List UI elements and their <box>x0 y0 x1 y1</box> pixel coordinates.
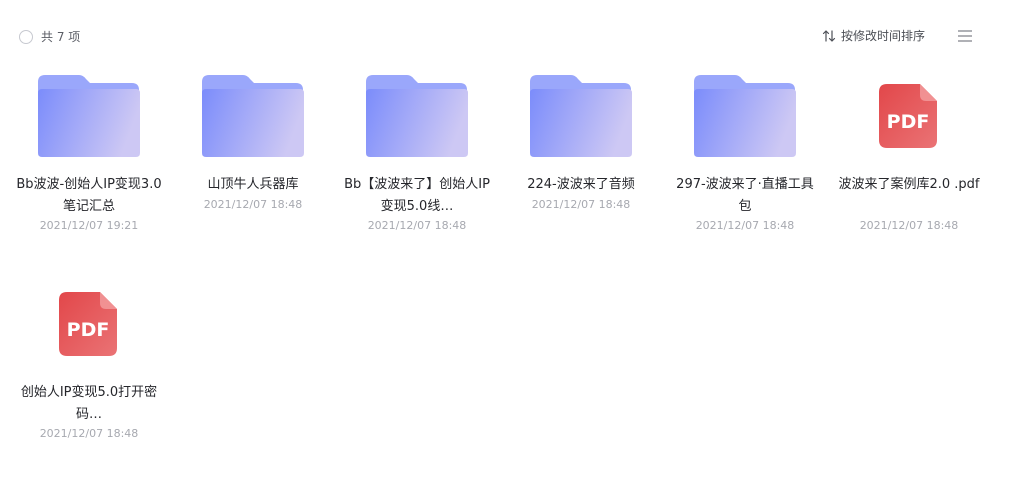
file-item[interactable]: PDF 波波来了案例库2.0 .pdf 2021/12/07 18:48 <box>827 70 991 278</box>
item-date: 2021/12/07 18:48 <box>203 198 303 211</box>
select-all-radio[interactable] <box>19 29 33 44</box>
folder-item[interactable]: 224-波波来了音频 2021/12/07 18:48 <box>499 70 663 278</box>
item-name: 创始人IP变现5.0打开密码… <box>20 385 158 422</box>
item-date: 2021/12/07 18:48 <box>39 427 139 440</box>
item-date: 2021/12/07 18:48 <box>695 219 795 232</box>
item-name: 224-波波来了音频 <box>527 177 635 192</box>
pdf-badge: PDF <box>67 319 110 341</box>
folder-icon <box>529 70 633 162</box>
sort-label: 按修改时间排序 <box>841 29 926 43</box>
folder-icon <box>37 70 141 162</box>
folder-icon <box>693 70 797 162</box>
item-name: Bb【波波来了】创始人IP变现5.0线… <box>344 177 490 214</box>
select-all[interactable]: 共 7 项 <box>19 28 80 45</box>
file-grid: Bb波波-创始人IP变现3.0笔记汇总 2021/12/07 19:21 山顶牛人兵… <box>7 70 1007 486</box>
folder-item[interactable]: 297-波波来了·直播工具包 2021/12/07 18:48 <box>663 70 827 278</box>
folder-item[interactable]: Bb【波波来了】创始人IP变现5.0线… 2021/12/07 18:48 <box>335 70 499 278</box>
item-date: 2021/12/07 19:21 <box>39 219 139 232</box>
item-name: 山顶牛人兵器库 <box>207 177 299 192</box>
folder-icon <box>365 70 469 162</box>
item-count: 共 7 项 <box>41 30 81 44</box>
toolbar: 共 7 项 按修改时间排序 <box>0 0 1010 72</box>
hamburger-menu-icon <box>957 29 973 43</box>
pdf-file-icon: PDF <box>37 278 141 370</box>
item-date: 2021/12/07 18:48 <box>367 219 467 232</box>
view-menu-button[interactable] <box>957 29 973 43</box>
file-item[interactable]: PDF 创始人IP变现5.0打开密码… 2021/12/07 18:48 <box>7 278 171 486</box>
item-name: Bb波波-创始人IP变现3.0笔记汇总 <box>16 177 162 214</box>
pdf-file-icon: PDF <box>857 70 961 162</box>
folder-item[interactable]: 山顶牛人兵器库 2021/12/07 18:48 <box>171 70 335 278</box>
sort-button[interactable]: 按修改时间排序 <box>822 27 925 44</box>
sort-arrows-icon <box>822 29 836 43</box>
item-name: 波波来了案例库2.0 .pdf <box>838 177 980 192</box>
folder-icon <box>201 70 305 162</box>
item-name: 297-波波来了·直播工具包 <box>676 177 814 214</box>
pdf-badge: PDF <box>887 111 930 133</box>
folder-item[interactable]: Bb波波-创始人IP变现3.0笔记汇总 2021/12/07 19:21 <box>7 70 171 278</box>
item-date: 2021/12/07 18:48 <box>531 198 631 211</box>
item-date: 2021/12/07 18:48 <box>859 219 959 232</box>
